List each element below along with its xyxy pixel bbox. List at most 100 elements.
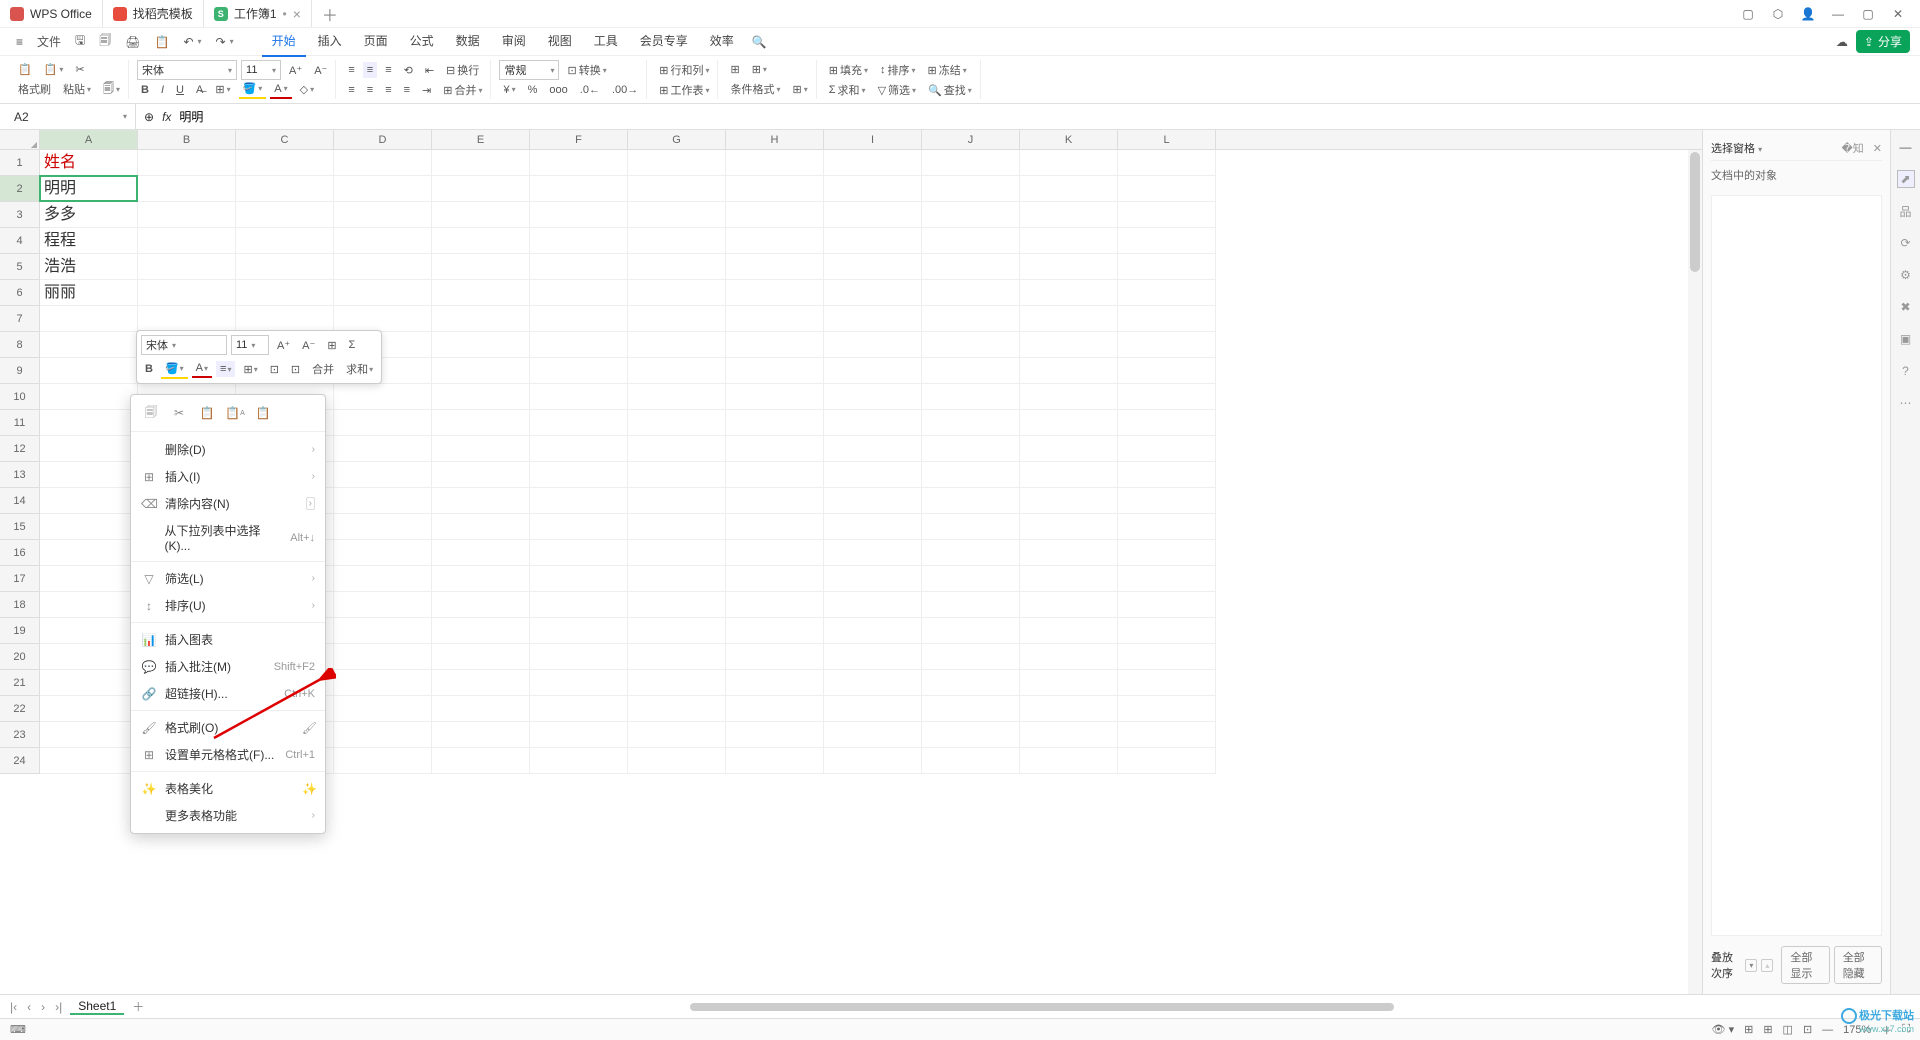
cell[interactable] [530, 644, 628, 670]
cell[interactable] [726, 332, 824, 358]
cell[interactable] [40, 436, 138, 462]
cell[interactable] [922, 670, 1020, 696]
cell[interactable] [1118, 254, 1216, 280]
column-header[interactable]: J [922, 130, 1020, 149]
wrap-text-button[interactable]: ⊟ 换行 [442, 60, 483, 80]
cell[interactable] [432, 176, 530, 202]
clipboard-icon[interactable]: 📋 [149, 31, 176, 53]
zoom-in-icon[interactable]: ＋ [1881, 1022, 1892, 1038]
row-header[interactable]: 19 [0, 618, 40, 644]
view-normal-icon[interactable]: ⊞ [1763, 1023, 1772, 1036]
cell[interactable] [922, 150, 1020, 176]
cell[interactable] [628, 436, 726, 462]
sum-button[interactable]: Σ 求和▾ [825, 80, 870, 100]
avatar-icon[interactable]: 👤 [1800, 6, 1816, 22]
number-format-select[interactable]: 常规▾ [499, 60, 559, 80]
cell[interactable] [1020, 618, 1118, 644]
cell[interactable]: 丽丽 [40, 280, 138, 306]
cell[interactable] [922, 384, 1020, 410]
cell[interactable] [334, 670, 432, 696]
font-size-select[interactable]: 11▾ [241, 60, 281, 80]
cell[interactable] [530, 748, 628, 774]
close-pane-icon[interactable]: ✕ [1873, 143, 1882, 155]
cell[interactable] [628, 410, 726, 436]
column-header[interactable]: E [432, 130, 530, 149]
cell[interactable] [922, 202, 1020, 228]
cell[interactable] [726, 514, 824, 540]
cell[interactable] [726, 488, 824, 514]
cut-icon[interactable]: ✂ [71, 61, 88, 78]
cell[interactable] [726, 358, 824, 384]
cell[interactable] [334, 150, 432, 176]
cell[interactable] [824, 150, 922, 176]
cell[interactable] [628, 332, 726, 358]
expand-fx-icon[interactable]: ⊕ [144, 110, 154, 124]
align-top-icon[interactable]: ≡ [344, 62, 358, 78]
cell[interactable] [1118, 436, 1216, 462]
merge-button[interactable]: ⊞ 合并▾ [439, 80, 486, 100]
row-header[interactable]: 5 [0, 254, 40, 280]
percent-icon[interactable]: % [524, 82, 542, 98]
cell[interactable] [1020, 462, 1118, 488]
cell[interactable] [40, 306, 138, 332]
cell[interactable] [236, 254, 334, 280]
cell[interactable] [824, 670, 922, 696]
cell[interactable] [432, 722, 530, 748]
table-style-icon[interactable]: ⊞▾ [748, 61, 771, 78]
wand-icon[interactable]: ✨ [302, 782, 317, 796]
cell[interactable] [1020, 280, 1118, 306]
row-header[interactable]: 3 [0, 202, 40, 228]
cell[interactable] [432, 514, 530, 540]
brush-extra-icon[interactable]: 🖌 [302, 721, 317, 735]
cell[interactable] [432, 436, 530, 462]
show-all-button[interactable]: 全部显示 [1781, 946, 1829, 984]
tab-wps-office[interactable]: WPS Office [0, 0, 103, 27]
row-header[interactable]: 14 [0, 488, 40, 514]
cell[interactable] [334, 410, 432, 436]
sheet-first-icon[interactable]: |‹ [8, 1000, 19, 1014]
cell[interactable] [922, 566, 1020, 592]
cell[interactable] [334, 696, 432, 722]
hide-all-button[interactable]: 全部隐藏 [1834, 946, 1882, 984]
cell[interactable] [334, 228, 432, 254]
cell[interactable] [40, 462, 138, 488]
mini-size-select[interactable]: 11▾ [231, 335, 269, 355]
chevron-up-icon[interactable]: ▴ [1761, 959, 1773, 972]
row-header[interactable]: 22 [0, 696, 40, 722]
cell[interactable] [432, 644, 530, 670]
row-header[interactable]: 10 [0, 384, 40, 410]
share-button[interactable]: ⇪ 分享 [1856, 30, 1910, 53]
cell[interactable] [1118, 358, 1216, 384]
ctx-sort[interactable]: ↕排序(U)› [131, 592, 325, 619]
cell[interactable] [432, 696, 530, 722]
cell[interactable] [726, 150, 824, 176]
row-header[interactable]: 23 [0, 722, 40, 748]
cell[interactable] [726, 566, 824, 592]
cell[interactable] [432, 618, 530, 644]
cell[interactable] [824, 358, 922, 384]
cell[interactable] [432, 592, 530, 618]
cell[interactable] [726, 592, 824, 618]
cell[interactable] [1118, 150, 1216, 176]
cell[interactable] [1118, 384, 1216, 410]
props-tool-icon[interactable]: ⚙ [1897, 266, 1915, 284]
cell[interactable] [530, 150, 628, 176]
row-header[interactable]: 8 [0, 332, 40, 358]
cell[interactable] [530, 696, 628, 722]
horizontal-scrollbar[interactable] [152, 1003, 1912, 1011]
cell[interactable] [530, 566, 628, 592]
cell[interactable] [922, 332, 1020, 358]
status-mode-icon[interactable]: ⌨ [10, 1023, 26, 1036]
cell[interactable] [628, 254, 726, 280]
row-header[interactable]: 20 [0, 644, 40, 670]
cell[interactable] [922, 722, 1020, 748]
cell[interactable] [236, 228, 334, 254]
cell[interactable] [1118, 618, 1216, 644]
cell[interactable] [628, 748, 726, 774]
column-header[interactable]: C [236, 130, 334, 149]
cell[interactable] [922, 618, 1020, 644]
cell[interactable] [1118, 462, 1216, 488]
ctx-paste-special-icon[interactable]: 📋 [253, 403, 273, 423]
cell[interactable] [1020, 228, 1118, 254]
cell[interactable] [824, 228, 922, 254]
